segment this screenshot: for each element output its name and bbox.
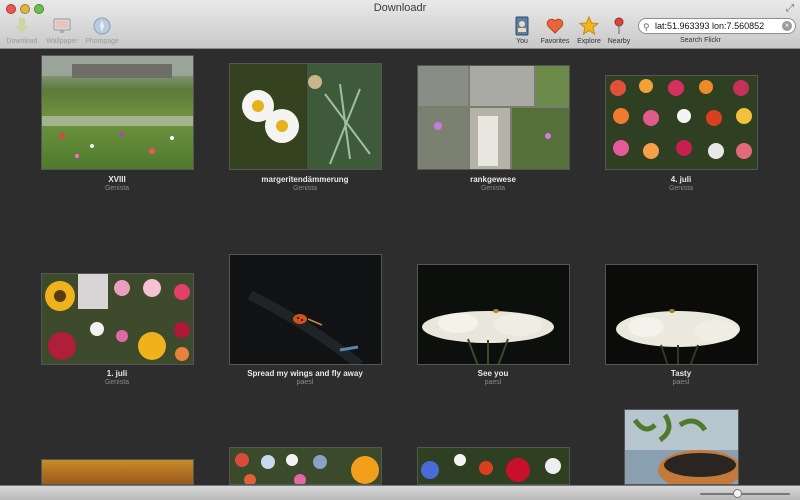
zoom-slider-knob[interactable] [733,489,743,498]
flower-collage-image [421,454,561,482]
photo-thumbnail[interactable] [605,264,758,365]
photo-title: Spread my wings and fly away [247,369,363,378]
search-icon: ⚲ [643,22,650,32]
photopage-label: Photopage [85,38,119,45]
toolbar: Downloadr ⤢ Download Wallpaper Photopage [0,0,800,49]
nearby-label: Nearby [607,38,631,45]
download-label: Download [6,38,38,45]
photo-thumbnail[interactable] [417,447,570,485]
climbing-plants-collage-image [418,66,569,169]
photo-thumbnail[interactable] [41,459,194,485]
photo-owner: Genista [480,185,506,192]
ladybug-photo-image [247,290,364,364]
download-button[interactable]: Download [0,16,44,45]
flower-collage-image [235,453,379,484]
clear-search-icon[interactable]: × [782,21,792,31]
photo-thumbnail[interactable] [605,75,758,170]
map-pin-icon [614,17,624,34]
photo-thumbnail[interactable] [417,65,570,170]
garden-photo-image [42,56,193,158]
photopage-button[interactable]: Photopage [80,16,124,45]
white-blossom-photo-image [616,309,740,364]
download-arrow-icon [15,18,29,33]
you-label: You [516,38,528,45]
photo-owner: Genista [668,185,694,192]
photo-title: margeritendämmerung [261,175,349,184]
flower-collage-image [606,76,757,169]
photo-thumbnail[interactable] [41,273,194,365]
photo-title: 4. juli [670,175,692,184]
wallpaper-monitor-icon [53,18,71,33]
bottom-bar [0,485,800,500]
star-icon [579,16,599,36]
window-title: Downloadr [373,2,427,14]
wallpaper-label: Wallpaper [46,38,78,45]
nearby-button[interactable]: Nearby [597,16,641,45]
photo-title: rankgewese [470,175,516,184]
favorites-label: Favorites [540,38,570,45]
app-window: Downloadr ⤢ Download Wallpaper Photopage [0,0,800,500]
zoom-slider[interactable] [700,493,790,495]
photo-title: XVIII [108,175,126,184]
photo-owner: Genista [104,379,130,386]
photo-thumbnail[interactable] [41,55,194,170]
heart-icon [546,18,564,34]
photo-owner: paesl [484,379,502,386]
photo-thumbnail[interactable] [229,63,382,170]
photo-thumbnail[interactable] [229,254,382,365]
photo-owner: paesl [296,379,314,386]
photo-title: See you [477,369,509,378]
photo-title: Tasty [670,369,692,378]
photo-thumbnail[interactable] [229,447,382,485]
search-value: lat:51.963393 lon:7.560852 [655,21,765,31]
search-field[interactable]: ⚲ lat:51.963393 lon:7.560852 × [638,18,796,34]
white-blossom-photo-image [422,309,554,364]
flower-collage-image [45,274,190,361]
potted-plant-photo-image [625,410,738,484]
fullscreen-icon[interactable]: ⤢ [786,3,794,14]
daisies-photo-image [230,64,381,169]
wallpaper-button[interactable]: Wallpaper [40,16,84,45]
photo-thumbnail[interactable] [624,409,739,485]
photo-thumbnail[interactable] [417,264,570,365]
you-contacts-icon [515,16,529,36]
search-label: Search Flickr [680,37,721,44]
photo-owner: Genista [104,185,130,192]
photo-title: 1. juli [106,369,128,378]
photopage-compass-icon [93,17,111,35]
photo-owner: paesl [672,379,690,386]
photo-owner: Genista [292,185,318,192]
